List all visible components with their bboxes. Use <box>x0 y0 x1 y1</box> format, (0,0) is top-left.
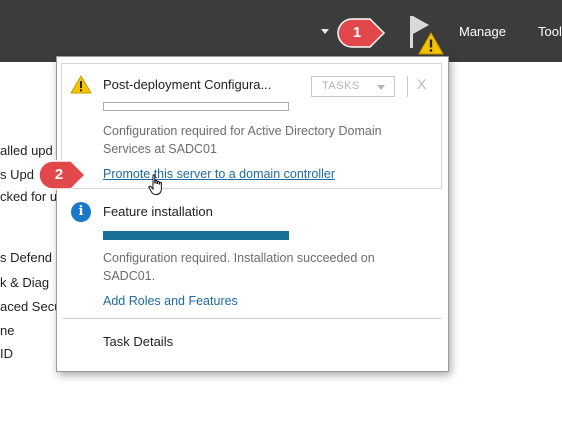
hand-cursor-icon <box>148 174 162 195</box>
notification-title: Feature installation <box>103 204 213 219</box>
warning-icon <box>70 75 92 94</box>
bg-text-line: k & Diag <box>0 275 50 290</box>
tasks-dropdown-button[interactable]: TASKS <box>311 76 395 97</box>
notification-title: Post-deployment Configura... <box>103 77 272 92</box>
step-badge-1: 1 <box>336 17 386 49</box>
server-manager-toolbar: Manage Tool <box>0 0 562 62</box>
tasks-label: TASKS <box>322 80 360 92</box>
bg-text-line: ne <box>0 323 15 338</box>
warning-icon <box>418 32 444 55</box>
notification-message: Configuration required for Active Direct… <box>103 124 382 138</box>
add-roles-features-link[interactable]: Add Roles and Features <box>103 294 238 308</box>
bg-text-line: cked for u <box>0 189 58 204</box>
bg-text-line: s Upd <box>0 167 34 182</box>
close-icon[interactable]: X <box>417 76 426 92</box>
notification-message: Services at SADC01 <box>103 142 217 156</box>
promote-domain-controller-link[interactable]: Promote this server to a domain controll… <box>103 167 335 181</box>
step-badge-2: 2 <box>37 159 87 191</box>
bg-text-line: ID <box>0 346 13 361</box>
divider <box>407 76 408 97</box>
chevron-down-icon <box>377 85 385 90</box>
bg-text-line: aced Secu <box>0 299 62 314</box>
task-details-link[interactable]: Task Details <box>103 334 173 349</box>
menu-tools[interactable]: Tool <box>538 24 562 39</box>
step-badge-number: 1 <box>352 24 362 41</box>
bg-text-line: s Defend <box>0 250 53 265</box>
notification-message: Configuration required. Installation suc… <box>103 251 375 265</box>
step-badge-number: 2 <box>54 166 64 183</box>
notification-message: SADC01. <box>103 269 156 283</box>
notifications-flag-icon[interactable] <box>404 14 444 56</box>
bg-text-line: alled upd <box>0 143 53 158</box>
divider <box>63 318 441 319</box>
progress-bar-post-deployment <box>103 102 289 111</box>
info-icon: i <box>71 202 91 222</box>
menu-manage[interactable]: Manage <box>459 24 506 39</box>
progress-bar-feature-installation <box>103 231 289 240</box>
chevron-down-icon[interactable] <box>321 29 329 34</box>
